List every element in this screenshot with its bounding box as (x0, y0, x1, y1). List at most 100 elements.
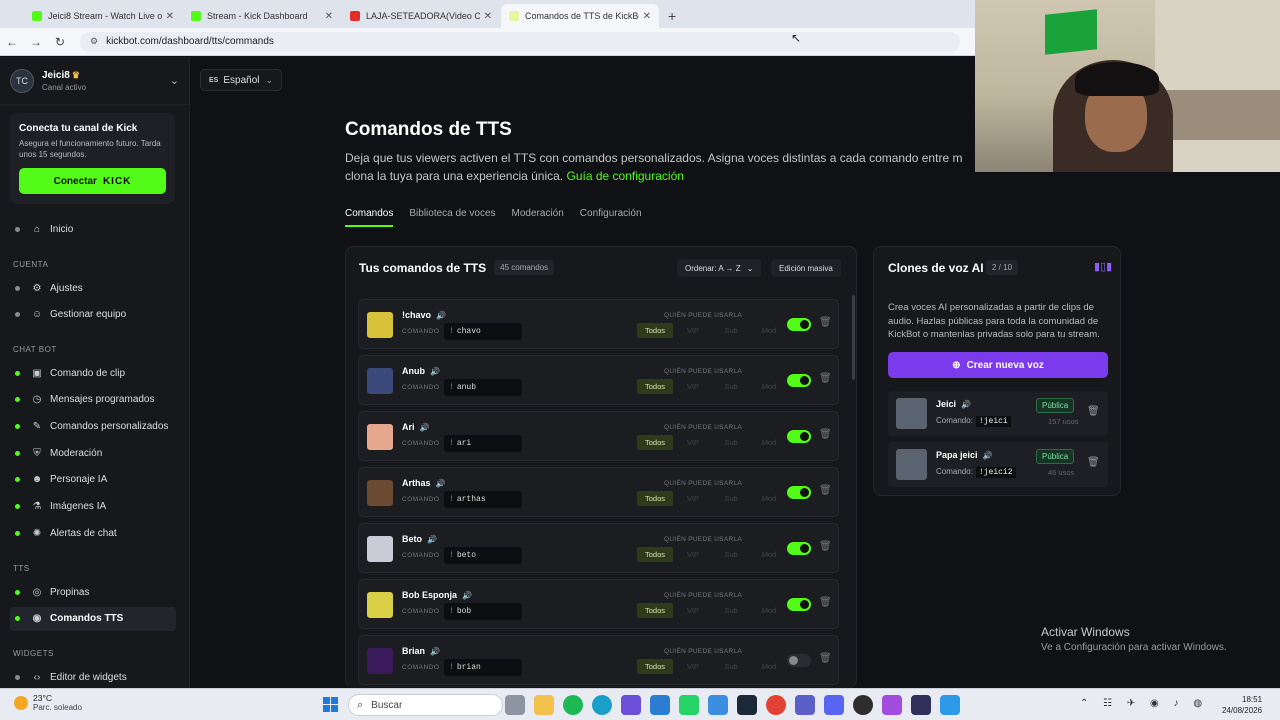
chrome-icon[interactable] (766, 695, 786, 715)
obs-icon[interactable] (853, 695, 873, 715)
taskbar-search[interactable]: ⌕ Buscar (348, 694, 503, 716)
permission-vip[interactable]: VIP (675, 323, 711, 338)
system-tray[interactable]: ⌃ ☷ ✈ ◉ ♪ ◍ (1080, 698, 1208, 709)
outlook-icon[interactable] (650, 695, 670, 715)
task-view-icon[interactable] (505, 695, 525, 715)
create-voice-button[interactable]: ⊕ Crear nueva voz (888, 352, 1108, 378)
permission-mod[interactable]: Mod (751, 435, 787, 450)
permission-todos[interactable]: Todos (637, 435, 673, 450)
enable-toggle[interactable] (787, 598, 811, 611)
command-input[interactable]: ! brian (444, 659, 522, 676)
permission-todos[interactable]: Todos (637, 659, 673, 674)
speaker-icon[interactable]: 🔊 (430, 647, 440, 656)
permission-vip[interactable]: VIP (675, 603, 711, 618)
command-input[interactable]: ! ari (444, 435, 522, 452)
sidebar-item-moderaci-n[interactable]: ⛨ Moderación (10, 441, 176, 465)
sidebar-item-editor-de-widgets[interactable]: ‹› Editor de widgets (10, 665, 176, 689)
browser-tab-1[interactable]: Stream - Kick Dashboard ✕ (183, 4, 341, 28)
permission-sub[interactable]: Sub (713, 435, 749, 450)
app-icon[interactable] (882, 695, 902, 715)
edge-icon[interactable] (592, 695, 612, 715)
speaker-icon[interactable]: 🔊 (961, 400, 971, 409)
permission-sub[interactable]: Sub (713, 659, 749, 674)
speaker-icon[interactable]: 🔊 (436, 479, 446, 488)
new-tab-button[interactable]: + (660, 4, 684, 28)
enable-toggle[interactable] (787, 486, 811, 499)
close-icon[interactable]: ✕ (166, 11, 174, 22)
permission-todos[interactable]: Todos (637, 547, 673, 562)
speaker-icon[interactable]: 🔊 (462, 591, 472, 600)
permission-sub[interactable]: Sub (713, 379, 749, 394)
sidebar-item-alertas-de-chat[interactable]: ✺ Alertas de chat (10, 521, 176, 545)
tab-comandos[interactable]: Comandos (345, 208, 394, 227)
permission-sub[interactable]: Sub (713, 603, 749, 618)
taskbar-clock[interactable]: 18:51 24/08/2026 (1222, 694, 1262, 716)
speaker-icon[interactable]: 🔊 (983, 451, 993, 460)
trash-icon[interactable]: 🗑 (819, 541, 832, 552)
trash-icon[interactable]: 🗑 (819, 485, 832, 496)
sidebar-item-ajustes[interactable]: ⚙ Ajustes (10, 276, 176, 300)
sidebar-item-propinas[interactable]: ◎ Propinas (10, 580, 176, 604)
language-selector[interactable]: ES Español ⌄ (200, 69, 283, 91)
close-icon[interactable]: ✕ (325, 11, 333, 22)
store-icon[interactable] (708, 695, 728, 715)
trash-icon[interactable]: 🗑 (819, 317, 832, 328)
tab-biblioteca-de-voces[interactable]: Biblioteca de voces (409, 208, 495, 227)
permission-vip[interactable]: VIP (675, 379, 711, 394)
permission-todos[interactable]: Todos (637, 379, 673, 394)
visibility-badge[interactable]: Pública (1036, 449, 1075, 464)
permission-sub[interactable]: Sub (713, 491, 749, 506)
browser-tab-3[interactable]: Comandos de TTS de KickBot ✕ (501, 4, 659, 28)
command-input[interactable]: ! arthas (444, 491, 522, 508)
browser-tab-2[interactable]: LAJA-SETEADORA(Video Oficial) ✕ (342, 4, 500, 28)
visibility-badge[interactable]: Pública (1036, 398, 1075, 413)
chevron-down-icon[interactable]: ⌄ (170, 74, 179, 87)
trash-icon[interactable]: 🗑 (819, 429, 832, 440)
sidebar-item-inicio[interactable]: ⌂ Inicio (10, 217, 176, 241)
trash-icon[interactable]: 🗑 (1087, 406, 1100, 417)
permission-mod[interactable]: Mod (751, 491, 787, 506)
trash-icon[interactable]: 🗑 (819, 597, 832, 608)
steam-icon[interactable] (737, 695, 757, 715)
sidebar-item-im-genes-ia[interactable]: ⚗ Imágenes IA (10, 495, 176, 519)
channel-switcher[interactable]: TC Jeici8 ♛ Canal activo ⌄ (0, 57, 189, 105)
back-icon[interactable]: ← (0, 35, 24, 49)
command-input[interactable]: ! bob (444, 603, 522, 620)
permission-mod[interactable]: Mod (751, 379, 787, 394)
permission-mod[interactable]: Mod (751, 323, 787, 338)
commands-scrollbar[interactable] (852, 295, 855, 380)
speaker-icon[interactable]: 🔊 (427, 535, 437, 544)
speaker-icon[interactable]: 🔊 (430, 367, 440, 376)
url-input[interactable]: ⚙ kickbot.com/dashboard/tts/commands (80, 31, 960, 52)
forward-icon[interactable]: → (24, 35, 48, 49)
permission-todos[interactable]: Todos (637, 323, 673, 338)
whatsapp-icon[interactable] (679, 695, 699, 715)
enable-toggle[interactable] (787, 374, 811, 387)
close-icon[interactable]: ✕ (643, 11, 651, 22)
enable-toggle[interactable] (787, 318, 811, 331)
sidebar-item-mensajes-programados[interactable]: ◷ Mensajes programados (10, 388, 176, 412)
close-icon[interactable]: ✕ (484, 11, 492, 22)
speaker-icon[interactable]: 🔊 (436, 311, 446, 320)
enable-toggle[interactable] (787, 654, 811, 667)
file-explorer-icon[interactable] (534, 695, 554, 715)
browser-tab-0[interactable]: Jeici8 Stream - Watch Live on K ✕ (24, 4, 182, 28)
permission-vip[interactable]: VIP (675, 491, 711, 506)
permission-mod[interactable]: Mod (751, 547, 787, 562)
tab-moderaci-n[interactable]: Moderación (512, 208, 564, 227)
enable-toggle[interactable] (787, 430, 811, 443)
tab-configuraci-n[interactable]: Configuración (580, 208, 642, 227)
permission-mod[interactable]: Mod (751, 659, 787, 674)
windows-start-icon[interactable] (323, 697, 338, 712)
command-input[interactable]: ! anub (444, 379, 522, 396)
permission-sub[interactable]: Sub (713, 323, 749, 338)
copilot-icon[interactable] (621, 695, 641, 715)
trash-icon[interactable]: 🗑 (819, 373, 832, 384)
app2-icon[interactable] (911, 695, 931, 715)
permission-vip[interactable]: VIP (675, 659, 711, 674)
sidebar-item-gestionar-equipo[interactable]: ☺ Gestionar equipo (10, 303, 176, 327)
notepad-icon[interactable] (940, 695, 960, 715)
command-input[interactable]: ! beto (444, 547, 522, 564)
speaker-icon[interactable]: 🔊 (420, 423, 430, 432)
guide-link[interactable]: Guía de configuración (567, 169, 684, 183)
